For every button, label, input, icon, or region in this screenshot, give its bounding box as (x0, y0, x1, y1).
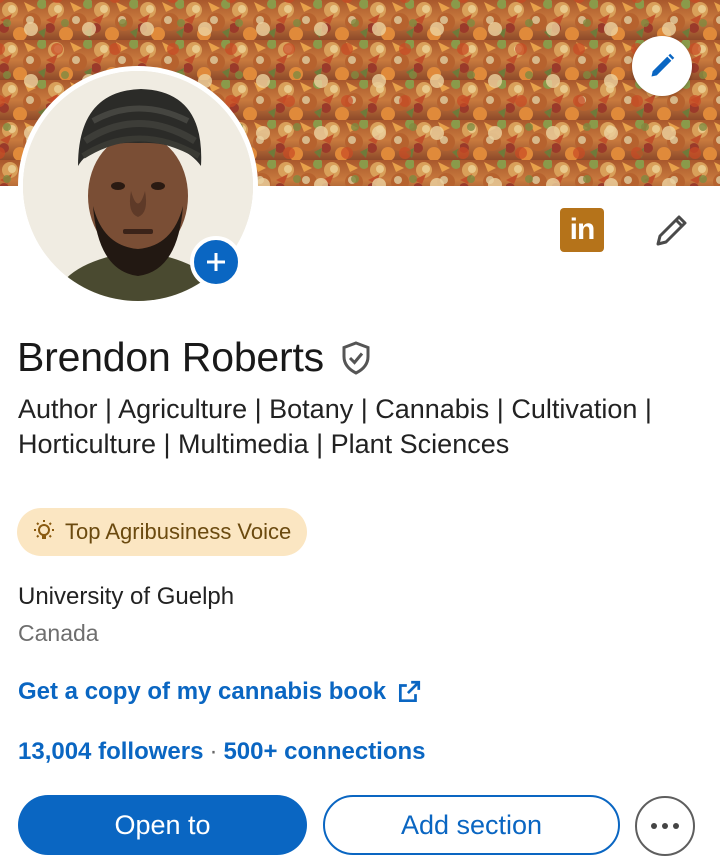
education-text[interactable]: University of Guelph (18, 583, 234, 611)
add-photo-button[interactable] (190, 236, 242, 288)
more-actions-button[interactable] (635, 796, 695, 856)
avatar-container (18, 66, 258, 306)
add-section-button[interactable]: Add section (323, 795, 620, 855)
pencil-icon (651, 53, 675, 77)
custom-link-label: Get a copy of my cannabis book (18, 678, 387, 705)
lightbulb-icon (34, 520, 54, 539)
top-voice-label: Top Agribusiness Voice (65, 519, 292, 544)
add-section-label: Add section (400, 809, 543, 840)
edit-banner-button[interactable] (632, 36, 692, 96)
open-to-button[interactable]: Open to (18, 795, 307, 855)
plus-icon (207, 253, 225, 271)
connections-link[interactable]: 500+ connections (223, 738, 425, 765)
location-text: Canada (18, 620, 99, 646)
ellipsis-icon (651, 823, 657, 829)
name-row: Brendon Roberts (17, 334, 374, 381)
followers-link[interactable]: 13,004 followers (18, 738, 203, 765)
open-to-label: Open to (114, 809, 211, 840)
linkedin-logo-icon[interactable]: in (560, 208, 604, 252)
external-link-icon (399, 680, 421, 703)
edit-intro-button[interactable] (652, 210, 692, 250)
linkedin-badge-label: in (569, 213, 596, 246)
profile-name: Brendon Roberts (17, 334, 324, 380)
custom-link[interactable]: Get a copy of my cannabis book (18, 678, 422, 706)
shield-check-icon[interactable] (338, 340, 374, 376)
network-stats: 13,004 followers · 500+ connections (18, 738, 426, 766)
profile-card: in Brendon Roberts Author | Agriculture … (0, 0, 720, 865)
pencil-icon (656, 215, 687, 246)
stats-separator: · (209, 738, 218, 765)
top-voice-badge[interactable]: Top Agribusiness Voice (17, 508, 308, 556)
profile-headline: Author | Agriculture | Botany | Cannabis… (18, 394, 652, 459)
